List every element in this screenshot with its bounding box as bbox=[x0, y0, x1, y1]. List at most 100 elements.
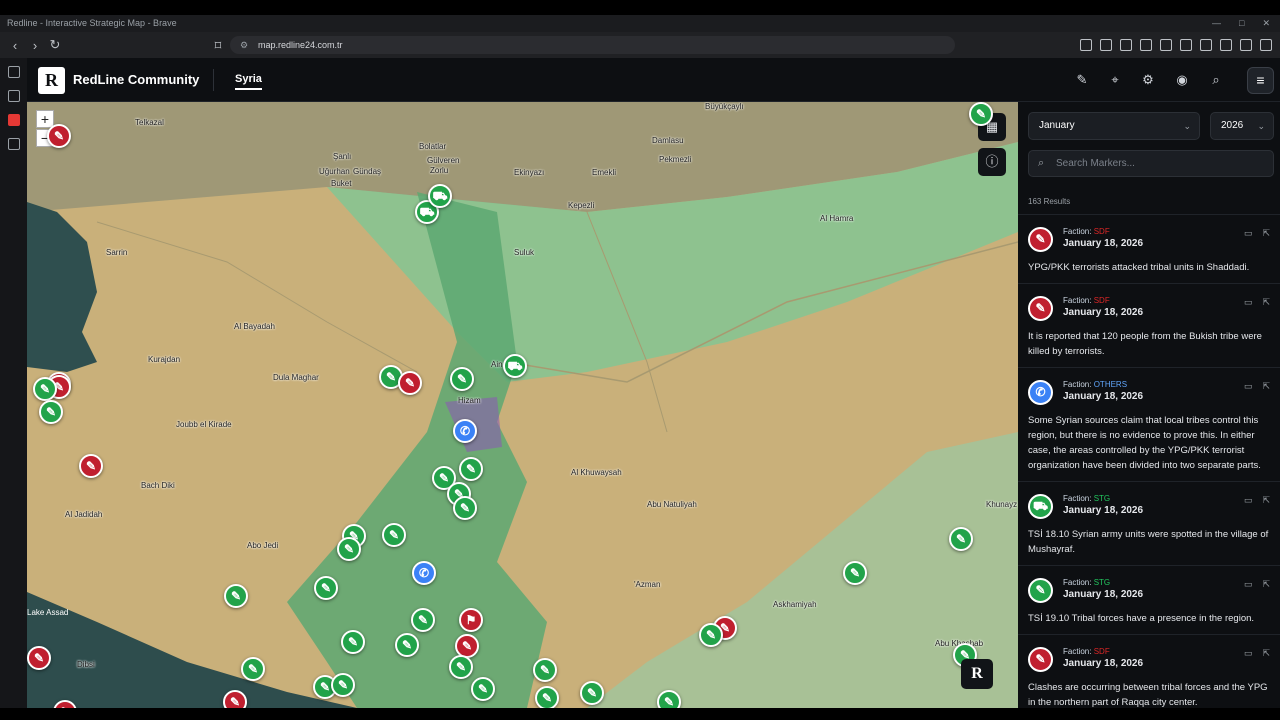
browser-menu-icon[interactable] bbox=[1260, 39, 1272, 51]
marker-list-item[interactable]: ✎ Faction: SDF January 18, 2026 It is repor… bbox=[1018, 284, 1280, 368]
map-marker-sdf[interactable]: ✎ bbox=[398, 371, 422, 395]
marker-list-item[interactable]: ✎ Faction: STG January 18, 2026 TSİ 19.10 T… bbox=[1018, 566, 1280, 635]
map-marker-stg[interactable]: ✎ bbox=[411, 608, 435, 632]
faction-label: Faction: bbox=[1063, 296, 1092, 305]
maximize-icon[interactable]: □ bbox=[1239, 15, 1244, 32]
place-label: Emekli bbox=[592, 168, 617, 177]
external-link-icon[interactable]: ⇱ bbox=[1262, 381, 1270, 392]
map-marker-stg[interactable]: ✎ bbox=[459, 457, 483, 481]
search-icon[interactable]: ⌕ bbox=[1208, 72, 1224, 88]
map-marker-sdf[interactable]: ✎ bbox=[27, 646, 51, 670]
video-icon[interactable]: ▭ bbox=[1244, 648, 1253, 659]
map-marker-stg[interactable]: ✎ bbox=[699, 623, 723, 647]
map-marker-stg[interactable]: ✎ bbox=[657, 690, 681, 708]
marker-list-item[interactable]: ⛟ Faction: STG January 18, 2026 TSİ 18.10 S… bbox=[1018, 482, 1280, 566]
map-marker-stg[interactable]: ✎ bbox=[949, 527, 973, 551]
camera-icon[interactable]: ◉ bbox=[1174, 72, 1190, 88]
forward-button[interactable]: › bbox=[25, 38, 45, 53]
map-marker-stg[interactable]: ✎ bbox=[337, 537, 361, 561]
map-marker-sdf[interactable]: ✎ bbox=[223, 690, 247, 708]
redline-logo[interactable]: R bbox=[38, 67, 65, 94]
media-icon[interactable] bbox=[1160, 39, 1172, 51]
map-marker-stg[interactable]: ✎ bbox=[382, 523, 406, 547]
minimize-icon[interactable]: — bbox=[1212, 15, 1221, 32]
strategic-map[interactable]: + − ▦ ⓘ Bolatlar Gülveren Zorlu Şanlı Uğ… bbox=[27, 102, 1018, 708]
external-link-icon[interactable]: ⇱ bbox=[1262, 495, 1270, 506]
map-marker-stg[interactable]: ✎ bbox=[533, 658, 557, 682]
month-select[interactable]: January ⌄ bbox=[1028, 112, 1200, 140]
wallet-icon[interactable] bbox=[1200, 39, 1212, 51]
external-link-icon[interactable]: ⇱ bbox=[1262, 648, 1270, 659]
settings-icon[interactable]: ⚙ bbox=[1140, 72, 1156, 88]
video-icon[interactable]: ▭ bbox=[1244, 381, 1253, 392]
brand-name[interactable]: RedLine Community bbox=[73, 72, 199, 87]
map-marker-stg[interactable]: ✎ bbox=[331, 673, 355, 697]
map-marker-stg[interactable]: ✎ bbox=[241, 657, 265, 681]
sidebar-panel-icon[interactable] bbox=[7, 66, 20, 78]
map-marker-stg[interactable]: ✎ bbox=[39, 400, 63, 424]
extension-icon[interactable] bbox=[1080, 39, 1092, 51]
external-link-icon[interactable]: ⇱ bbox=[1262, 228, 1270, 239]
redline-map-badge[interactable]: R bbox=[961, 659, 993, 689]
browser-window: Redline - Interactive Strategic Map - Br… bbox=[0, 0, 1280, 720]
reload-button[interactable]: ↻ bbox=[45, 37, 65, 53]
youtube-icon[interactable] bbox=[7, 114, 20, 126]
event-text: TSİ 19.10 Tribal forces have a presence … bbox=[1028, 613, 1255, 624]
map-marker-sdf[interactable]: ✎ bbox=[79, 454, 103, 478]
leo-icon[interactable] bbox=[1220, 39, 1232, 51]
sidebar-icon[interactable] bbox=[1180, 39, 1192, 51]
map-marker-stg[interactable]: ✎ bbox=[843, 561, 867, 585]
faction-line: Faction: STG bbox=[1063, 494, 1270, 505]
marker-list-item[interactable]: ✎ Faction: SDF January 18, 2026 Clashes are… bbox=[1018, 635, 1280, 708]
map-marker-others[interactable]: ✆ bbox=[412, 561, 436, 585]
external-link-icon[interactable]: ⇱ bbox=[1262, 579, 1270, 590]
year-select[interactable]: 2026 ⌄ bbox=[1210, 112, 1274, 140]
location-pin-icon[interactable]: ⌖ bbox=[1107, 72, 1123, 88]
back-button[interactable]: ‹ bbox=[5, 38, 25, 53]
faction-name: SDF bbox=[1093, 647, 1110, 656]
video-icon[interactable]: ▭ bbox=[1244, 495, 1253, 506]
vpn-icon[interactable] bbox=[1240, 39, 1252, 51]
nav-tab-syria[interactable]: Syria bbox=[235, 73, 262, 90]
video-icon[interactable]: ▭ bbox=[1244, 579, 1253, 590]
map-marker-stg[interactable]: ⛟ bbox=[503, 354, 527, 378]
map-marker-sdf[interactable]: ⚑ bbox=[459, 608, 483, 632]
place-label: Khunayz bbox=[986, 500, 1018, 509]
map-marker-stg[interactable]: ✎ bbox=[471, 677, 495, 701]
extension-icon[interactable] bbox=[1120, 39, 1132, 51]
map-marker-stg[interactable]: ✎ bbox=[969, 102, 993, 126]
marker-list-item[interactable]: ✆ Faction: OTHERS January 18, 2026 Some Syr… bbox=[1018, 368, 1280, 482]
sidebar-app-icon[interactable] bbox=[7, 90, 20, 102]
close-icon[interactable]: ✕ bbox=[1262, 15, 1270, 32]
map-marker-others[interactable]: ✆ bbox=[453, 419, 477, 443]
map-marker-stg[interactable]: ✎ bbox=[341, 630, 365, 654]
bookmark-icon[interactable]: ⌑ bbox=[208, 38, 228, 54]
map-marker-sdf[interactable]: ✎ bbox=[47, 124, 71, 148]
map-marker-stg[interactable]: ✎ bbox=[453, 496, 477, 520]
map-marker-stg[interactable]: ✎ bbox=[33, 377, 57, 401]
video-icon[interactable]: ▭ bbox=[1244, 297, 1253, 308]
map-marker-stg[interactable]: ✎ bbox=[314, 576, 338, 600]
site-info-icon[interactable]: ⚙ bbox=[240, 36, 248, 54]
search-markers-input[interactable]: ⌕ Search Markers... bbox=[1028, 150, 1274, 177]
draw-tool-icon[interactable]: ✎ bbox=[1074, 72, 1090, 88]
place-label: Bach Diki bbox=[141, 481, 175, 490]
extension-icon[interactable] bbox=[1100, 39, 1112, 51]
video-icon[interactable]: ▭ bbox=[1244, 228, 1253, 239]
external-link-icon[interactable]: ⇱ bbox=[1262, 297, 1270, 308]
map-marker-stg[interactable]: ✎ bbox=[395, 633, 419, 657]
map-marker-stg[interactable]: ✎ bbox=[224, 584, 248, 608]
marker-list-item[interactable]: ✎ Faction: SDF January 18, 2026 YPG/PKK ter… bbox=[1018, 215, 1280, 284]
sidebar-add-icon[interactable] bbox=[7, 138, 20, 150]
map-info-button[interactable]: ⓘ bbox=[978, 148, 1006, 176]
map-marker-stg[interactable]: ⛟ bbox=[428, 184, 452, 208]
puzzle-icon[interactable] bbox=[1140, 39, 1152, 51]
map-marker-stg[interactable]: ✎ bbox=[580, 681, 604, 705]
map-marker-stg[interactable]: ✎ bbox=[450, 367, 474, 391]
map-marker-stg[interactable]: ✎ bbox=[449, 655, 473, 679]
address-bar[interactable]: ⚙ map.redline24.com.tr bbox=[230, 36, 955, 54]
item-actions: ▭ ⇱ bbox=[1244, 297, 1270, 308]
results-count: 163 Results bbox=[1028, 197, 1071, 206]
menu-button[interactable]: ≡ bbox=[1247, 67, 1274, 94]
map-marker-stg[interactable]: ✎ bbox=[535, 686, 559, 708]
